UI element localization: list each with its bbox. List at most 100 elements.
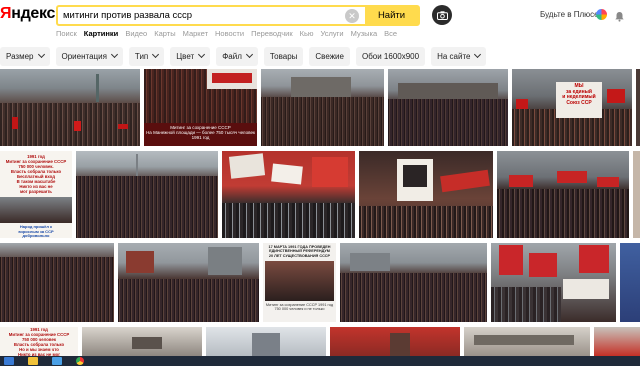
filter-7[interactable]: Обои 1600х900: [355, 46, 426, 66]
image-results-grid: Митинг за сохранение СССР На Манежной пл…: [0, 69, 640, 356]
filter-6[interactable]: Свежие: [309, 46, 350, 66]
image-result-9[interactable]: [359, 151, 493, 238]
image-result-14[interactable]: [340, 243, 487, 322]
image-result-6[interactable]: 1991 год Митинг за сохранение СССР 750 0…: [0, 151, 72, 238]
filter-4[interactable]: Файл: [216, 46, 258, 66]
store-icon[interactable]: [52, 357, 62, 365]
crowd-texture: [261, 97, 384, 146]
building: [291, 77, 351, 97]
chevron-down-icon: [198, 50, 206, 59]
image-result-11[interactable]: [0, 243, 114, 322]
image-result-2[interactable]: Митинг за сохранение СССР На Манежной пл…: [144, 69, 257, 146]
filter-0[interactable]: Размер: [0, 46, 50, 66]
banner: [312, 157, 348, 187]
filter-3[interactable]: Цвет: [170, 46, 211, 66]
image-result-18[interactable]: [82, 327, 202, 356]
crowd-texture: [388, 99, 508, 146]
nav-item-2[interactable]: Видео: [125, 29, 147, 41]
browser-icon[interactable]: [76, 357, 84, 365]
image-result-15[interactable]: [491, 243, 616, 322]
image-result-8[interactable]: [222, 151, 355, 238]
image-result-17[interactable]: 1991 год Митинг за сохранение СССР 750 0…: [0, 327, 78, 356]
image-result-4[interactable]: [388, 69, 508, 146]
image-result-22[interactable]: [594, 327, 640, 356]
nav-item-8[interactable]: Услуги: [321, 29, 344, 41]
flag: [118, 124, 128, 129]
flag: [12, 117, 18, 129]
nav-item-6[interactable]: Переводчик: [251, 29, 293, 41]
image-result-3[interactable]: [261, 69, 384, 146]
nav-item-0[interactable]: Поиск: [56, 29, 77, 41]
plus-link[interactable]: Будьте в Плюсе: [540, 10, 599, 19]
image-result-5b[interactable]: [636, 69, 640, 146]
image-caption: 1991 год Митинг за сохранение СССР 750 0…: [5, 154, 67, 194]
banner: [509, 175, 533, 187]
photo: [132, 337, 162, 349]
image-result-12[interactable]: [118, 243, 259, 322]
banner: [597, 177, 619, 187]
nav-item-7[interactable]: Кью: [300, 29, 314, 41]
search-box: ✕ Найти: [56, 5, 420, 26]
building: [252, 333, 280, 356]
image-result-10[interactable]: [497, 151, 629, 238]
photo: [390, 333, 410, 356]
crowd-texture: [474, 335, 574, 345]
filter-2[interactable]: Тип: [128, 46, 165, 66]
image-result-21[interactable]: [464, 327, 590, 356]
flag: [74, 121, 81, 131]
bell-icon[interactable]: [614, 9, 625, 22]
chevron-down-icon: [152, 50, 160, 59]
close-icon[interactable]: ✕: [345, 8, 359, 23]
tower: [136, 154, 138, 176]
image-result-5[interactable]: МЫ за единый и неделимый Союз ССР: [512, 69, 632, 146]
filter-bar: Размер Ориентация Тип Цвет Файл Товары Свежие О…: [0, 45, 640, 67]
filter-8[interactable]: На сайте: [431, 46, 487, 66]
nav-item-5[interactable]: Новости: [215, 29, 244, 41]
image-result-19[interactable]: [206, 327, 326, 356]
nav-item-4[interactable]: Маркет: [183, 29, 208, 41]
search-button[interactable]: Найти: [365, 7, 418, 24]
banner-text: МЫ за единый и неделимый Союз ССР: [562, 83, 596, 106]
image-caption: 17 МАРТА 1991 ГОДА ПРОВЕДЕН ЕДИНСТВЕННЫЙ…: [268, 245, 331, 258]
image-caption: Народ пришёл к взрослым за ССР доброволь…: [18, 224, 54, 238]
image-result-1[interactable]: [0, 69, 140, 146]
portrait: [403, 165, 427, 187]
filter-label: Файл: [222, 51, 242, 61]
crowd-texture: [222, 203, 355, 238]
photo: [265, 261, 334, 301]
yandex-logo[interactable]: Яндекс: [0, 5, 55, 23]
start-icon[interactable]: [4, 357, 14, 365]
image-result-13[interactable]: 17 МАРТА 1991 ГОДА ПРОВЕДЕН ЕДИНСТВЕННЫЙ…: [263, 243, 336, 322]
image-result-20[interactable]: [330, 327, 460, 356]
image-result-7[interactable]: [76, 151, 218, 238]
nav-item-1[interactable]: Картинки: [84, 29, 119, 41]
nav-item-9[interactable]: Музыка: [351, 29, 378, 41]
chevron-down-icon: [245, 50, 253, 59]
filter-label: Обои 1600х900: [361, 51, 420, 61]
logo-ya: Я: [0, 5, 12, 22]
building: [398, 83, 498, 99]
filter-1[interactable]: Ориентация: [55, 46, 123, 66]
building: [126, 251, 154, 273]
crowd-texture: [497, 189, 629, 238]
image-result-10b[interactable]: [633, 151, 640, 238]
image-result-16[interactable]: [620, 243, 640, 322]
crowd-texture: [359, 206, 493, 238]
banner: [212, 73, 252, 83]
camera-icon[interactable]: [432, 5, 452, 25]
plus-icon[interactable]: [596, 9, 607, 20]
flag: [579, 245, 609, 273]
chevron-down-icon: [110, 50, 118, 59]
folder-icon[interactable]: [28, 357, 38, 365]
nav-item-3[interactable]: Карты: [154, 29, 175, 41]
crowd-texture: [118, 279, 259, 322]
banner: [271, 163, 303, 185]
banner: [440, 169, 490, 193]
flag: [529, 253, 557, 277]
filter-5[interactable]: Товары: [263, 46, 304, 66]
banner: [563, 279, 609, 299]
search-input[interactable]: [58, 7, 345, 24]
logo-rest: ндекс: [11, 5, 56, 22]
nav-item-10[interactable]: Все: [384, 29, 397, 41]
crowd-texture: [340, 273, 487, 322]
